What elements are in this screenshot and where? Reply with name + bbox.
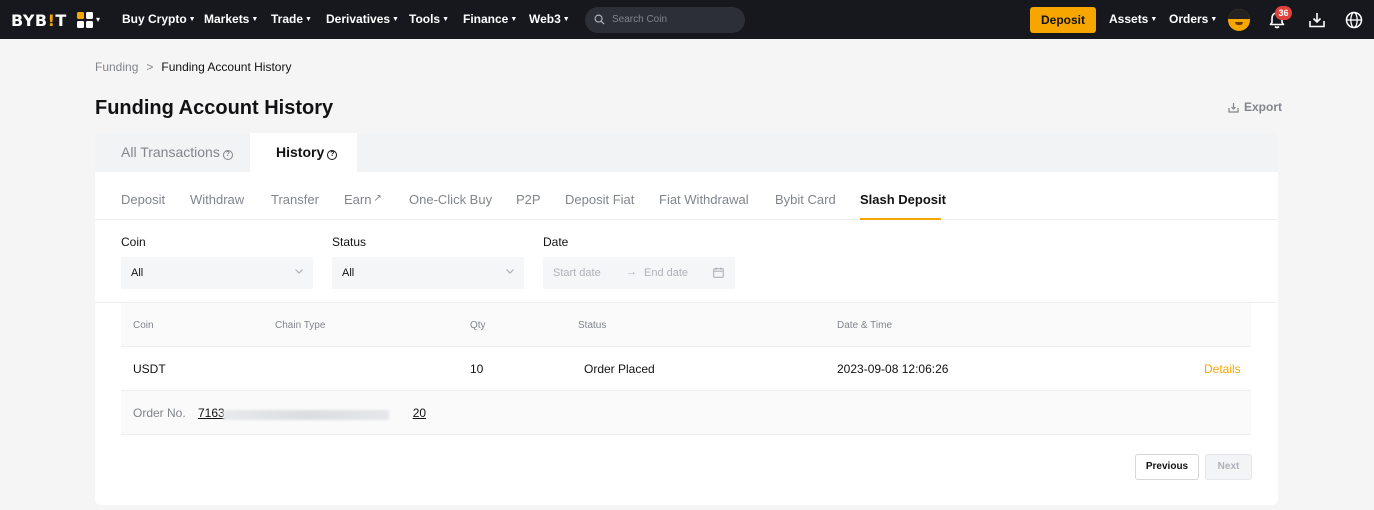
breadcrumb: Funding > Funding Account History — [95, 60, 291, 74]
table-header: Coin Chain Type Qty Status Date & Time — [121, 303, 1251, 347]
tab-transfer[interactable]: Transfer — [271, 192, 319, 207]
nav-orders[interactable]: Orders ▼ — [1169, 12, 1217, 26]
cell-coin: USDT — [133, 362, 166, 376]
external-link-icon: ↗ — [373, 193, 382, 204]
nav-tools[interactable]: Tools ▼ — [409, 12, 449, 26]
next-page-button[interactable]: Next — [1205, 454, 1252, 480]
sub-tabs: Deposit Withdraw Transfer Earn ↗ One-Clic… — [95, 172, 1278, 220]
tab-fiat-withdrawal[interactable]: Fiat Withdrawal — [659, 192, 749, 207]
breadcrumb-funding-link[interactable]: Funding — [95, 60, 138, 74]
order-number-label: Order No. — [133, 406, 186, 420]
cell-qty: 10 — [470, 362, 484, 376]
calendar-icon[interactable] — [713, 267, 724, 278]
chevron-down-icon: ▼ — [251, 16, 259, 23]
chevron-right-icon: > — [146, 60, 154, 74]
nav-web3[interactable]: Web3 ▼ — [529, 12, 570, 26]
globe-icon[interactable] — [1344, 10, 1364, 30]
status-select[interactable]: All — [332, 257, 524, 289]
nav-derivatives[interactable]: Derivatives ▼ — [326, 12, 399, 26]
column-qty: Qty — [470, 320, 486, 331]
tab-deposit[interactable]: Deposit — [121, 192, 165, 207]
chevron-down-icon: ▼ — [305, 16, 312, 23]
previous-page-button[interactable]: Previous — [1135, 454, 1199, 480]
export-icon — [1228, 102, 1239, 113]
download-icon[interactable] — [1307, 10, 1327, 30]
column-chain-type: Chain Type — [275, 320, 326, 331]
coin-select-value: All — [131, 267, 144, 279]
tab-one-click-buy[interactable]: One-Click Buy — [409, 192, 492, 207]
redaction-mask — [223, 410, 389, 420]
chevron-down-icon: ▼ — [1150, 16, 1158, 23]
nav-markets[interactable]: Markets ▼ — [204, 12, 258, 26]
nav-buy-crypto[interactable]: Buy Crypto ▼ — [122, 12, 196, 26]
avatar[interactable] — [1228, 9, 1250, 31]
history-card: All Transactions? History? Deposit Withd… — [95, 133, 1278, 505]
export-label: Export — [1244, 100, 1283, 114]
search-icon — [594, 14, 605, 25]
coin-filter-label: Coin — [121, 235, 146, 249]
tab-earn[interactable]: Earn ↗ — [344, 192, 382, 207]
top-navbar: BYB!T ▾ Buy Crypto ▼ Markets ▼ Trade ▼ Deri… — [0, 0, 1374, 39]
page-title: Funding Account History — [95, 97, 334, 119]
breadcrumb-current: Funding Account History — [161, 60, 292, 74]
notification-badge: 36 — [1275, 6, 1292, 20]
tab-history[interactable]: History? — [250, 133, 357, 172]
arrow-right-icon: → — [626, 266, 637, 278]
coin-select[interactable]: All — [121, 257, 313, 289]
cell-status: Order Placed — [584, 362, 655, 376]
apps-grid-icon[interactable] — [77, 12, 93, 28]
tab-deposit-fiat[interactable]: Deposit Fiat — [565, 192, 634, 207]
status-filter-label: Status — [332, 235, 367, 249]
chevron-down-icon: ▼ — [1210, 16, 1218, 23]
chevron-down-icon: ▼ — [562, 16, 570, 23]
table-row: USDT 10 Order Placed 2023-09-08 12:06:26… — [121, 347, 1251, 391]
search-input[interactable]: Search Coin — [585, 7, 745, 33]
nav-trade[interactable]: Trade ▼ — [271, 12, 312, 26]
date-range-picker[interactable]: Start date → End date — [543, 257, 735, 289]
tab-slash-deposit[interactable]: Slash Deposit — [860, 192, 946, 207]
help-icon[interactable]: ? — [222, 150, 233, 160]
top-tabs: All Transactions? History? — [95, 133, 1278, 172]
export-button[interactable]: Export — [1228, 100, 1282, 114]
tab-p2p[interactable]: P2P — [516, 192, 541, 207]
bybit-logo[interactable]: BYB!T — [11, 11, 67, 30]
nav-assets[interactable]: Assets ▼ — [1109, 12, 1157, 26]
start-date-input[interactable]: Start date — [553, 267, 601, 279]
chevron-down-icon — [506, 269, 514, 274]
end-date-input[interactable]: End date — [644, 267, 688, 279]
help-icon[interactable]: ? — [327, 150, 338, 160]
chevron-down-icon: ▼ — [442, 16, 450, 23]
tab-withdraw[interactable]: Withdraw — [190, 192, 244, 207]
chevron-down-icon: ▼ — [188, 16, 196, 23]
column-status: Status — [578, 320, 607, 331]
nav-finance[interactable]: Finance ▼ — [463, 12, 517, 26]
date-filter-label: Date — [543, 235, 569, 249]
chevron-down-icon — [295, 269, 303, 274]
search-placeholder: Search Coin — [612, 14, 668, 25]
details-link[interactable]: Details — [1204, 362, 1241, 376]
status-select-value: All — [342, 267, 355, 279]
deposit-button[interactable]: Deposit — [1030, 7, 1096, 33]
order-number-row: Order No. 7163 20 — [121, 391, 1251, 435]
tab-all-transactions[interactable]: All Transactions? — [95, 133, 250, 172]
column-coin: Coin — [133, 320, 154, 331]
chevron-down-icon: ▼ — [392, 16, 399, 23]
column-date-time: Date & Time — [837, 320, 893, 331]
chevron-down-icon: ▾ — [96, 15, 101, 24]
chevron-down-icon: ▼ — [510, 16, 518, 23]
tab-bybit-card[interactable]: Bybit Card — [775, 192, 836, 207]
active-tab-indicator — [860, 218, 941, 220]
cell-date-time: 2023-09-08 12:06:26 — [837, 362, 949, 376]
